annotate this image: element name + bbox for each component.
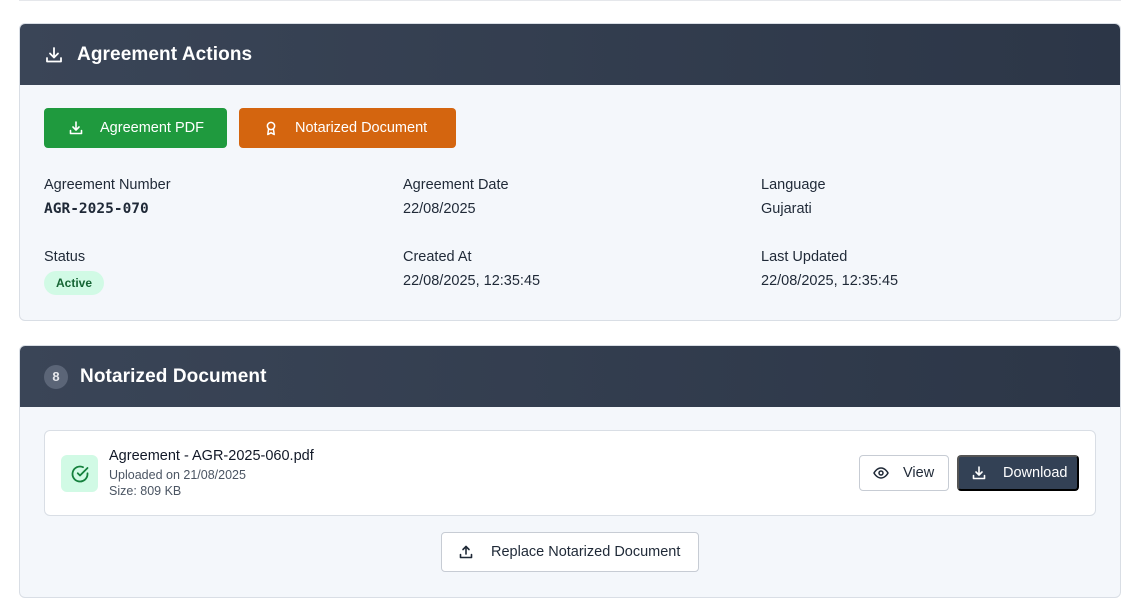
replace-label: Replace Notarized Document [491, 544, 681, 560]
download-label: Download [1003, 465, 1068, 481]
document-file-name: Agreement - AGR-2025-060.pdf [109, 448, 314, 464]
agreement-actions-card: Agreement Actions Agreement PDF Notarize… [19, 23, 1121, 321]
upload-icon [458, 544, 474, 560]
created-at-value: 22/08/2025, 12:35:45 [403, 273, 541, 289]
last-updated-field: Last Updated 22/08/2025, 12:35:45 [761, 249, 898, 289]
language-value: Gujarati [761, 201, 812, 217]
language-field: Language Gujarati [761, 177, 826, 217]
agreement-actions-header: Agreement Actions [20, 24, 1120, 85]
created-at-field: Created At 22/08/2025, 12:35:45 [403, 249, 540, 289]
eye-icon [873, 465, 889, 481]
agreement-date-value: 22/08/2025 [403, 201, 476, 217]
agreement-pdf-label: Agreement PDF [100, 120, 204, 136]
language-label: Language [761, 177, 826, 193]
notarized-document-card: 8 Notarized Document Agreement - AGR-202… [19, 345, 1121, 598]
notarized-document-label: Notarized Document [295, 120, 428, 136]
document-item: Agreement - AGR-2025-060.pdf Uploaded on… [44, 430, 1096, 516]
notarized-document-title: Notarized Document [80, 365, 267, 387]
document-upload-date: Uploaded on 21/08/2025 [109, 468, 246, 482]
last-updated-value: 22/08/2025, 12:35:45 [761, 273, 899, 289]
replace-notarized-document-button[interactable]: Replace Notarized Document [441, 532, 699, 572]
notarized-document-button[interactable]: Notarized Document [239, 108, 456, 148]
award-icon [263, 120, 279, 136]
check-circle-icon [61, 455, 98, 492]
agreement-number-label: Agreement Number [44, 177, 171, 193]
view-label: View [903, 465, 935, 481]
top-divider [19, 0, 1121, 1]
last-updated-label: Last Updated [761, 249, 848, 265]
download-button[interactable]: Download [957, 455, 1079, 491]
download-icon [68, 120, 84, 136]
step-number-badge: 8 [44, 364, 68, 389]
agreement-pdf-button[interactable]: Agreement PDF [44, 108, 227, 148]
document-size: Size: 809 KB [109, 484, 182, 498]
status-label: Status [44, 249, 86, 265]
agreement-number-value: AGR-2025-070 [44, 201, 149, 217]
view-button[interactable]: View [859, 455, 949, 491]
download-icon [971, 465, 987, 481]
download-icon [44, 45, 64, 65]
status-field: Status Active [44, 249, 105, 295]
notarized-document-header: 8 Notarized Document [20, 346, 1120, 407]
status-badge: Active [44, 271, 105, 295]
agreement-date-field: Agreement Date 22/08/2025 [403, 177, 509, 217]
action-buttons: Agreement PDF Notarized Document [44, 108, 456, 148]
agreement-actions-title: Agreement Actions [77, 43, 253, 65]
agreement-date-label: Agreement Date [403, 177, 509, 193]
created-at-label: Created At [403, 249, 472, 265]
agreement-number-field: Agreement Number AGR-2025-070 [44, 177, 171, 217]
